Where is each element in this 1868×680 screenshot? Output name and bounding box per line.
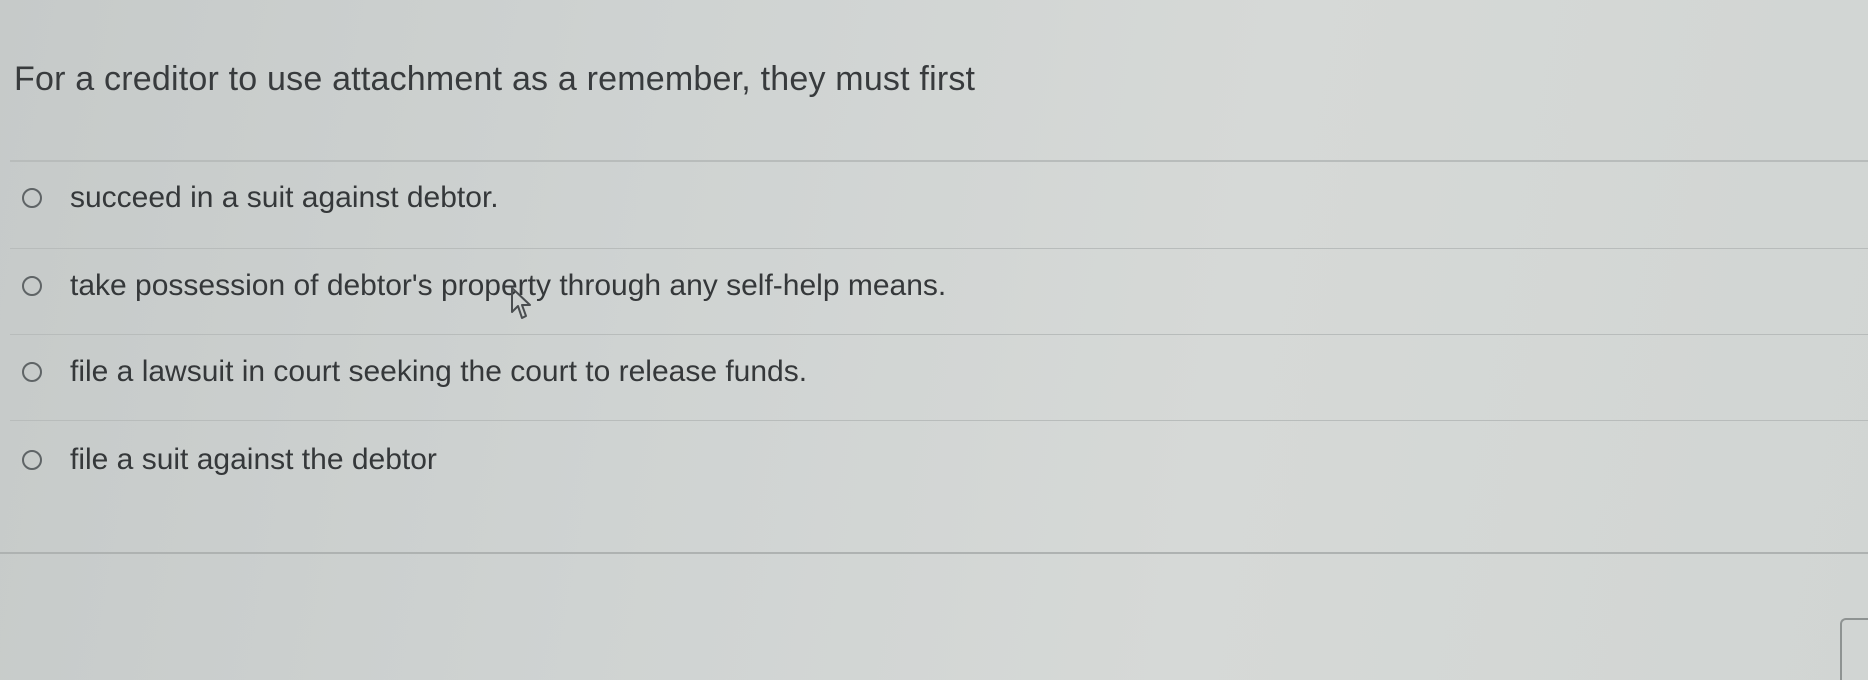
divider (10, 420, 1868, 421)
scroll-corner-box (1840, 618, 1868, 680)
divider (10, 334, 1868, 335)
answer-option[interactable]: succeed in a suit against debtor. (22, 168, 1848, 228)
divider (10, 248, 1868, 249)
radio-button-icon[interactable] (22, 276, 42, 296)
answer-option-label: file a suit against the debtor (70, 443, 437, 476)
answer-option-label: take possession of debtor's property thr… (70, 269, 947, 302)
radio-button-icon[interactable] (22, 450, 42, 470)
radio-button-icon[interactable] (22, 362, 42, 382)
radio-button-icon[interactable] (22, 188, 42, 208)
mouse-pointer-icon (511, 287, 531, 319)
question-text: For a creditor to use attachment as a re… (14, 60, 976, 98)
question-bottom-divider (0, 552, 1868, 554)
answer-option-label: file a lawsuit in court seeking the cour… (70, 355, 808, 388)
divider (10, 160, 1868, 162)
answer-option[interactable]: file a lawsuit in court seeking the cour… (22, 342, 1848, 402)
answer-option-label: succeed in a suit against debtor. (70, 181, 499, 214)
answer-option[interactable]: file a suit against the debtor (22, 430, 1848, 490)
answer-option[interactable]: take possession of debtor's property thr… (22, 256, 1848, 316)
